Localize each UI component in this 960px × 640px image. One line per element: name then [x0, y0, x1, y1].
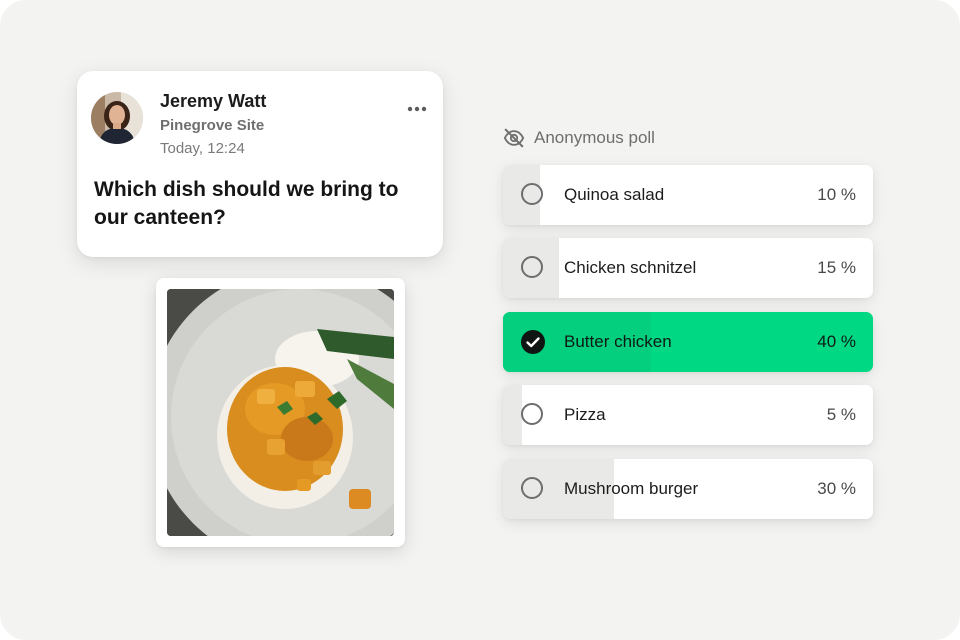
radio-button[interactable] — [521, 403, 543, 425]
author-avatar[interactable] — [91, 92, 143, 144]
app-canvas: Jeremy Watt Pinegrove Site Today, 12:24 … — [0, 0, 960, 640]
photo-card — [156, 278, 405, 547]
poll-option-pizza[interactable]: Pizza 5 % — [503, 385, 873, 445]
poll-option-label: Chicken schnitzel — [564, 258, 697, 277]
poll-option-percent: 10 % — [817, 185, 856, 204]
poll-option-chicken-schnitzel[interactable]: Chicken schnitzel 15 % — [503, 238, 873, 298]
poll-header: Anonymous poll — [503, 126, 655, 150]
post-timestamp: Today, 12:24 — [160, 140, 245, 157]
eye-off-icon — [503, 128, 525, 148]
poll-option-label: Butter chicken — [564, 332, 672, 351]
poll-question: Which dish should we bring to our cantee… — [94, 178, 399, 229]
check-circle-icon[interactable] — [520, 329, 546, 355]
radio-button[interactable] — [521, 256, 543, 278]
author-name[interactable]: Jeremy Watt — [160, 91, 266, 112]
post-card: Jeremy Watt Pinegrove Site Today, 12:24 … — [77, 71, 443, 257]
author-site[interactable]: Pinegrove Site — [160, 117, 264, 134]
poll-option-percent: 30 % — [817, 479, 856, 498]
poll-option-percent: 5 % — [826, 405, 856, 424]
poll-option-label: Mushroom burger — [564, 479, 699, 498]
dish-photo[interactable] — [167, 289, 394, 536]
poll-option-label: Pizza — [564, 405, 606, 424]
poll-option-fill — [503, 385, 522, 445]
radio-button[interactable] — [521, 477, 543, 499]
poll-option-label: Quinoa salad — [564, 185, 665, 204]
poll-option-quinoa-salad[interactable]: Quinoa salad 10 % — [503, 165, 873, 225]
more-options-button[interactable] — [404, 101, 432, 117]
poll-option-percent: 15 % — [817, 258, 856, 277]
poll-option-percent: 40 % — [817, 332, 856, 351]
radio-button[interactable] — [521, 183, 543, 205]
more-horizontal-icon — [407, 106, 427, 112]
poll-type-label: Anonymous poll — [534, 128, 655, 147]
poll-option-butter-chicken[interactable]: Butter chicken 40 % — [503, 312, 873, 372]
poll-option-mushroom-burger[interactable]: Mushroom burger 30 % — [503, 459, 873, 519]
